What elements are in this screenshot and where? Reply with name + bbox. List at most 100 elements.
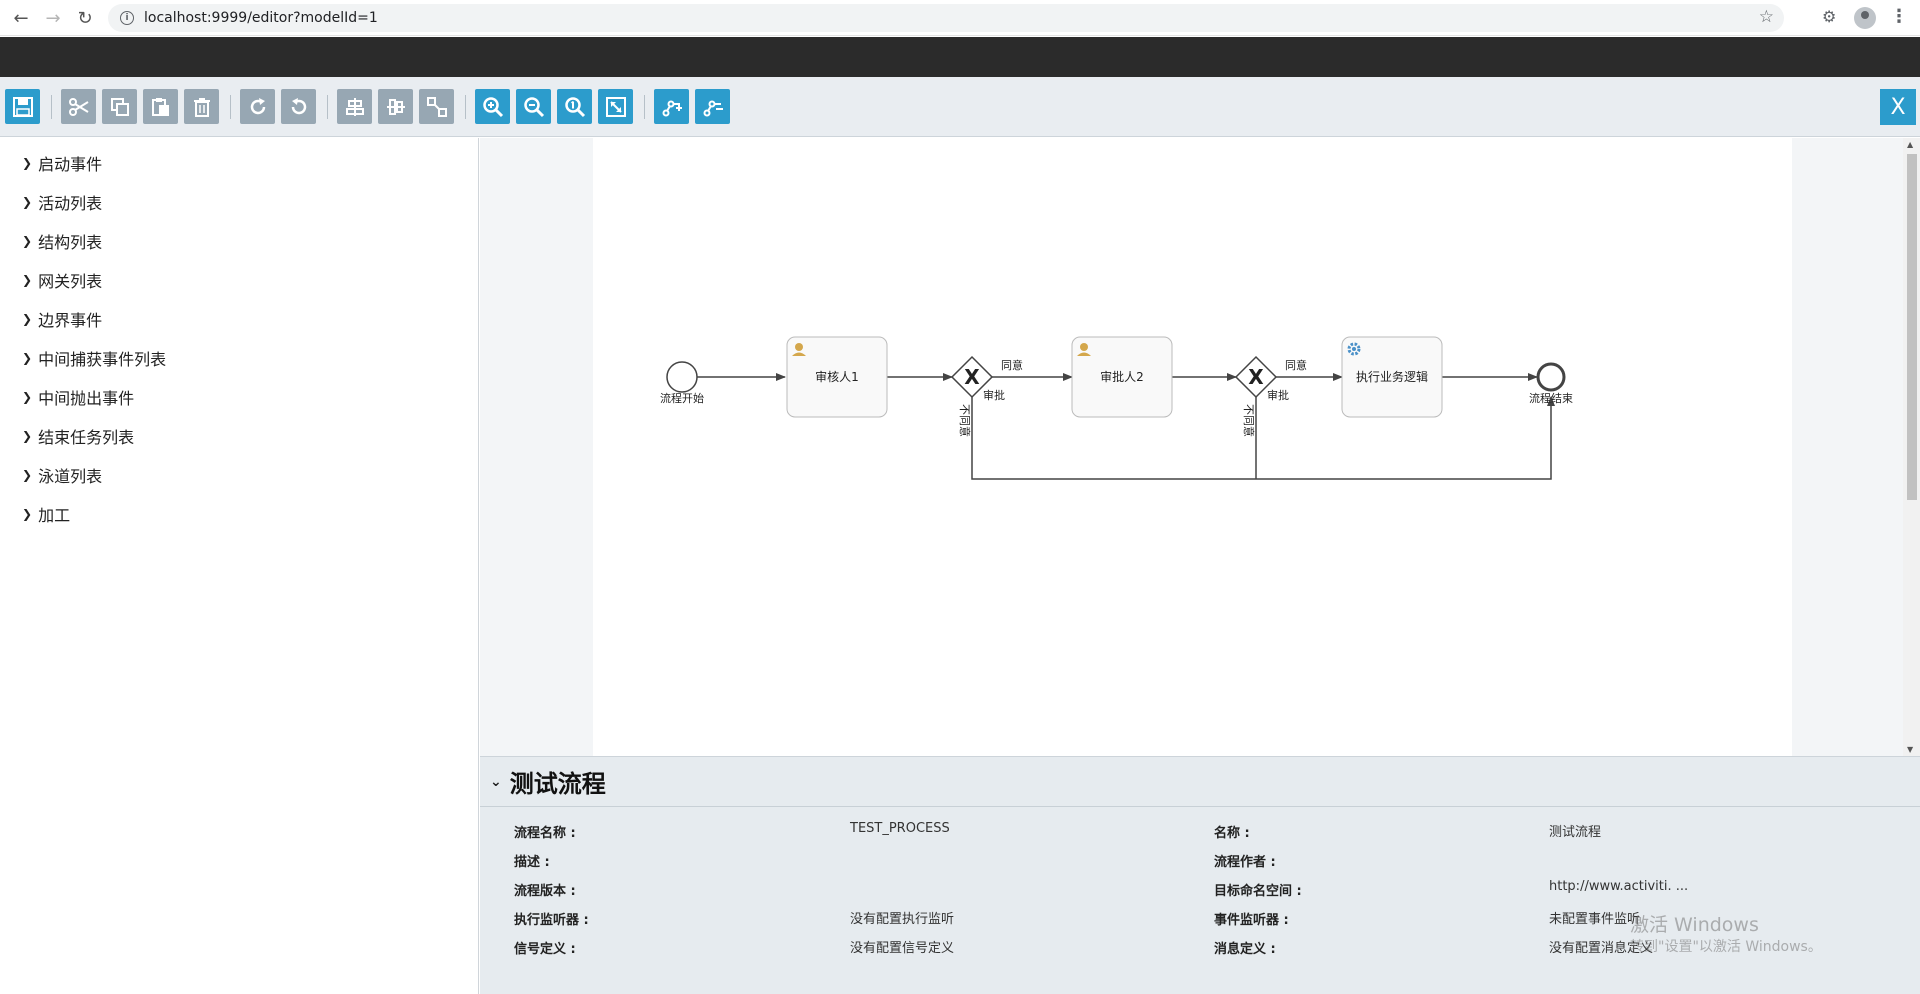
sequence-flow-disagree[interactable]: [971, 396, 1555, 480]
trash-icon: [193, 97, 210, 117]
zoom-in-icon: [482, 96, 503, 117]
end-event-label: 流程结束: [1529, 391, 1573, 405]
canvas-area: 流程开始 审核人1 X 同意 审批 不同意 审批人2 X 同意 审批 不同意 执…: [480, 138, 1920, 756]
profile-avatar-icon[interactable]: [1854, 7, 1876, 29]
zoom-actual-icon: [564, 96, 585, 117]
palette-group-intermediate-catch[interactable]: ❯ 中间捕获事件列表: [22, 346, 166, 370]
copy-button[interactable]: [102, 89, 137, 124]
same-size-button[interactable]: [419, 89, 454, 124]
chevron-right-icon: ❯: [22, 234, 33, 248]
start-event-label: 流程开始: [660, 391, 704, 405]
gateway-x-icon: X: [1248, 365, 1264, 389]
prop-value-name[interactable]: 测试流程: [1549, 821, 1601, 840]
zoom-actual-button[interactable]: [557, 89, 592, 124]
chevron-right-icon: ❯: [22, 507, 33, 521]
shape-palette: ❯ 启动事件 ❯ 活动列表 ❯ 结构列表 ❯ 网关列表 ❯ 边界事件 ❯ 中间捕获事件列表 …: [0, 138, 479, 994]
add-bendpoint-button[interactable]: [654, 89, 689, 124]
palette-group-artifacts[interactable]: ❯ 加工: [22, 502, 70, 526]
palette-group-gateways[interactable]: ❯ 网关列表: [22, 268, 102, 292]
service-task-label: 执行业务逻辑: [1356, 369, 1428, 384]
zoom-fit-icon: [605, 96, 626, 117]
redo-icon: [250, 97, 265, 114]
flow-disagree-label: 不同意: [958, 404, 972, 437]
same-size-icon: [426, 96, 447, 117]
properties-header[interactable]: ⌄ 测试流程: [480, 757, 1920, 807]
align-horizontal-button[interactable]: [337, 89, 372, 124]
reload-icon[interactable]: ↻: [72, 5, 98, 31]
prop-value-signal-definitions[interactable]: 没有配置信号定义: [850, 937, 954, 956]
undo-button[interactable]: [281, 89, 316, 124]
flow-disagree-label: 不同意: [1242, 404, 1256, 437]
palette-group-intermediate-throw[interactable]: ❯ 中间抛出事件: [22, 385, 134, 409]
prop-value-execution-listeners[interactable]: 没有配置执行监听: [850, 908, 954, 927]
chevron-right-icon: ❯: [22, 156, 33, 170]
cut-button[interactable]: [61, 89, 96, 124]
palette-group-activities[interactable]: ❯ 活动列表: [22, 190, 102, 214]
delete-button[interactable]: [184, 89, 219, 124]
palette-group-structural[interactable]: ❯ 结构列表: [22, 229, 102, 253]
zoom-fit-button[interactable]: [598, 89, 633, 124]
zoom-in-button[interactable]: [475, 89, 510, 124]
palette-group-end-events[interactable]: ❯ 结束任务列表: [22, 424, 134, 448]
bpmn-diagram: 流程开始 审核人1 X 同意 审批 不同意 审批人2 X 同意 审批 不同意 执…: [660, 336, 1573, 480]
chevron-right-icon: ❯: [22, 273, 33, 287]
canvas-scrollbar[interactable]: ▲ ▼: [1903, 138, 1920, 756]
start-event[interactable]: [666, 361, 698, 393]
chevron-right-icon: ❯: [22, 312, 33, 326]
scroll-thumb[interactable]: [1907, 154, 1917, 500]
address-bar[interactable]: i localhost:9999/editor?modelId=1 ☆: [108, 4, 1784, 32]
save-button[interactable]: [5, 89, 40, 124]
chevron-down-icon[interactable]: ⌄: [490, 774, 502, 790]
paste-icon: [151, 97, 169, 116]
scroll-up-arrow-icon[interactable]: ▲: [1907, 140, 1913, 149]
chevron-right-icon: ❯: [22, 195, 33, 209]
save-icon: [12, 96, 33, 117]
palette-group-start-events[interactable]: ❯ 启动事件: [22, 151, 102, 175]
flow-approve-label: 审批: [983, 388, 1005, 402]
copy-icon: [110, 97, 129, 116]
redo-button[interactable]: [240, 89, 275, 124]
end-event[interactable]: [1536, 362, 1566, 392]
paste-button[interactable]: [143, 89, 178, 124]
toolbar-separator: [644, 95, 645, 119]
remove-bendpoint-button[interactable]: [695, 89, 730, 124]
remove-bendpoint-icon: [703, 100, 723, 116]
prop-value-event-listeners[interactable]: 未配置事件监听: [1549, 908, 1640, 927]
gateway-x-icon: X: [964, 365, 980, 389]
prop-label-execution-listeners: 执行监听器 :: [514, 913, 589, 928]
site-info-icon[interactable]: i: [120, 11, 134, 25]
scroll-down-arrow-icon[interactable]: ▼: [1907, 745, 1913, 754]
bookmark-star-icon[interactable]: ☆: [1759, 7, 1774, 27]
palette-group-boundary-events[interactable]: ❯ 边界事件: [22, 307, 102, 331]
palette-group-label: 活动列表: [38, 194, 103, 213]
process-title: 测试流程: [509, 770, 606, 798]
chevron-right-icon: ❯: [22, 351, 33, 365]
extensions-icon[interactable]: ⚙: [1822, 7, 1836, 26]
palette-group-label: 边界事件: [38, 311, 103, 330]
palette-group-label: 加工: [38, 506, 71, 525]
flow-agree-label: 同意: [1001, 358, 1023, 372]
forward-arrow-icon[interactable]: →: [40, 5, 66, 31]
prop-label-name: 名称 :: [1214, 826, 1250, 841]
prop-value-namespace[interactable]: http://www.activiti. ...: [1549, 879, 1688, 894]
back-arrow-icon[interactable]: ←: [8, 5, 34, 31]
palette-group-label: 结构列表: [38, 233, 103, 252]
align-vertical-button[interactable]: [378, 89, 413, 124]
prop-label-description: 描述 :: [514, 855, 550, 870]
bpmn-canvas[interactable]: 流程开始 审核人1 X 同意 审批 不同意 审批人2 X 同意 审批 不同意 执…: [593, 138, 1792, 756]
prop-value-process-id[interactable]: TEST_PROCESS: [850, 821, 950, 836]
palette-group-label: 中间捕获事件列表: [38, 350, 167, 369]
toolbar-separator: [51, 95, 52, 119]
editor-toolbar: X: [0, 77, 1920, 137]
url-text[interactable]: localhost:9999/editor?modelId=1: [144, 10, 378, 26]
zoom-out-button[interactable]: [516, 89, 551, 124]
palette-group-label: 启动事件: [38, 155, 103, 174]
toolbar-separator: [327, 95, 328, 119]
browser-menu-icon[interactable]: ⋮: [1890, 6, 1908, 27]
add-bendpoint-icon: [662, 100, 682, 116]
palette-group-label: 结束任务列表: [38, 428, 135, 447]
palette-group-swimlanes[interactable]: ❯ 泳道列表: [22, 463, 102, 487]
close-editor-button[interactable]: X: [1880, 89, 1916, 125]
align-vertical-icon: [386, 98, 405, 115]
prop-label-event-listeners: 事件监听器 :: [1214, 913, 1289, 928]
